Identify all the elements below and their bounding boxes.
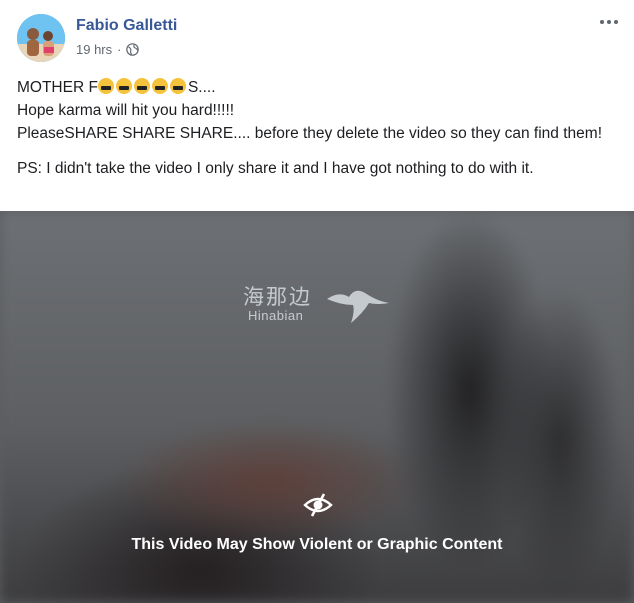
more-dot [614, 20, 618, 24]
more-dot [600, 20, 604, 24]
meta-separator: · [117, 42, 122, 57]
graphic-content-warning: This Video May Show Violent or Graphic C… [131, 536, 503, 553]
cursing-face-emoji [97, 78, 114, 94]
watermark-cn: 海那边 [243, 285, 312, 309]
author-name[interactable]: Fabio Galletti [76, 17, 177, 35]
post-line-3: PleaseSHARE SHARE SHARE.... before they … [17, 125, 602, 142]
facebook-post: Fabio Galletti 19 hrs · MOTHER F S.... Ho… [0, 0, 634, 603]
avatar[interactable] [17, 14, 65, 62]
post-text: MOTHER F S.... Hope karma will hit you ha… [17, 76, 622, 180]
post-time[interactable]: 19 hrs [76, 42, 112, 57]
eye-slash-icon [303, 493, 333, 517]
watermark-en: Hinabian [248, 308, 304, 323]
more-options-icon[interactable] [598, 14, 620, 30]
globe-icon[interactable] [126, 43, 140, 56]
cursing-face-emoji [133, 78, 150, 94]
post-line-1-end: S.... [187, 79, 216, 96]
watermark: 海那边 Hinabian [243, 281, 393, 331]
bird-logo-icon [327, 290, 389, 323]
post-line-1: MOTHER F S.... [17, 76, 622, 99]
avatar-photo [17, 14, 65, 62]
post-line-4: PS: I didn't take the video I only share… [17, 160, 534, 177]
post-line-1-start: MOTHER F [17, 79, 98, 96]
cursing-face-emoji [115, 78, 132, 94]
post-line-2: Hope karma will hit you hard!!!!! [17, 102, 235, 119]
more-dot [607, 20, 611, 24]
cursing-face-emoji [169, 78, 186, 94]
post-meta: 19 hrs · [76, 42, 140, 57]
cursing-face-emoji [151, 78, 168, 94]
video-player[interactable]: 海那边 Hinabian This Video May Show Violent… [0, 211, 634, 603]
